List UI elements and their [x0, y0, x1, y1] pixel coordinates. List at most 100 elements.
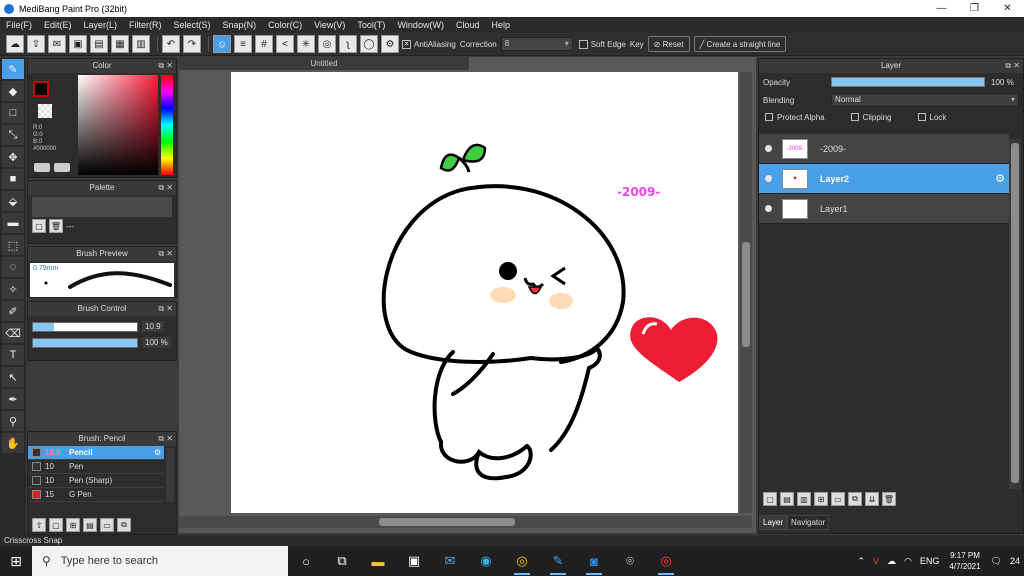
add-layer-menu-icon[interactable]: ⊞ [814, 492, 828, 506]
select-tool-icon[interactable]: ⬚ [2, 235, 24, 255]
snap-off-icon[interactable]: ⦸ [213, 35, 231, 53]
new-halftone-layer-icon[interactable]: ▤ [780, 492, 794, 506]
panel-close-icon[interactable]: ⧉ ✕ [158, 181, 173, 195]
scroll-thumb[interactable] [379, 518, 515, 526]
layer-row-layer1[interactable]: Layer1 [759, 194, 1009, 224]
panel-close-icon[interactable]: ⧉ ✕ [158, 432, 173, 446]
store-icon[interactable]: ▣ [396, 546, 432, 576]
layer-row-layer2[interactable]: ♥ Layer2 ⚙ [759, 164, 1009, 194]
fill-rect-tool-icon[interactable]: ■ [2, 169, 24, 189]
layer-row-2009[interactable]: -2009- -2009- [759, 134, 1009, 164]
select-eraser-tool-icon[interactable]: ⌫ [2, 323, 24, 343]
curve-snap-icon[interactable]: ʅ [339, 35, 357, 53]
folder-icon[interactable]: ▭ [100, 518, 114, 532]
reset-button[interactable]: ⊘ Reset [647, 36, 690, 52]
start-windows-icon[interactable]: ⊞ [0, 546, 32, 576]
protect-alpha-option[interactable]: Protect Alpha [765, 113, 825, 122]
brush-tool-icon[interactable]: ✎ [2, 59, 24, 79]
add-palette-icon[interactable]: ▢ [32, 219, 46, 233]
menu-file[interactable]: File(F) [0, 20, 38, 30]
color-mode-button[interactable] [54, 163, 70, 172]
minimize-button[interactable]: — [925, 0, 958, 17]
chrome-icon[interactable]: ◎ [504, 546, 540, 576]
add-brush-icon[interactable]: ⊞ [66, 518, 80, 532]
lang-indicator[interactable]: ENG [920, 556, 940, 566]
saturation-value-picker[interactable] [78, 75, 158, 175]
new-8bit-layer-icon[interactable]: ▥ [797, 492, 811, 506]
operation-tool-icon[interactable]: ↖ [2, 367, 24, 387]
tab-navigator[interactable]: Navigator [787, 515, 830, 530]
layer-folder-icon[interactable]: ▭ [831, 492, 845, 506]
brush-item-pencil[interactable]: 10.9 Pencil ⚙ [28, 446, 164, 460]
layer-opacity-slider[interactable] [831, 77, 985, 87]
text-tool-icon[interactable]: T [2, 345, 24, 365]
straight-line-button[interactable]: ╱ Create a straight line [693, 36, 787, 52]
brush-item-pen[interactable]: 10 Pen [28, 460, 164, 474]
new-layer-icon[interactable]: ▢ [763, 492, 777, 506]
blending-select[interactable]: Normal [831, 93, 1019, 107]
protect-alpha-checkbox[interactable] [765, 113, 773, 121]
comment-icon[interactable]: ✉ [48, 35, 66, 53]
panel-close-icon[interactable]: ⧉ ✕ [1005, 59, 1020, 73]
camera-icon[interactable]: ⌾ [612, 546, 648, 576]
scroll-thumb[interactable] [1011, 143, 1019, 483]
hue-slider[interactable] [161, 75, 173, 175]
menu-help[interactable]: Help [485, 20, 516, 30]
eyedropper-tool-icon[interactable]: ⚲ [2, 411, 24, 431]
edge-icon[interactable]: ◉ [468, 546, 504, 576]
medibang-icon[interactable]: ✎ [540, 546, 576, 576]
color-mode-button[interactable] [34, 163, 50, 172]
antialiasing-checkbox[interactable]: ✕ [402, 39, 411, 49]
gear-icon[interactable]: ⚙ [154, 448, 161, 457]
visibility-eye-icon[interactable] [765, 205, 772, 212]
clipping-option[interactable]: Clipping [850, 113, 892, 122]
undo-icon[interactable]: ↶ [162, 35, 180, 53]
bucket-tool-icon[interactable]: ⬙ [2, 191, 24, 211]
visibility-eye-icon[interactable] [765, 145, 772, 152]
share-icon[interactable]: ⇪ [27, 35, 45, 53]
scroll-thumb[interactable] [742, 242, 750, 347]
gradient-tool-icon[interactable]: ▬ [2, 213, 24, 233]
lock-option[interactable]: Lock [917, 113, 946, 122]
file-explorer-icon[interactable]: ▬ [360, 546, 396, 576]
vivaldi-tray-icon[interactable]: V [873, 556, 879, 566]
cortana-icon[interactable]: ○ [288, 546, 324, 576]
magic-wand-tool-icon[interactable]: ✧ [2, 279, 24, 299]
chrome-profile-icon[interactable]: ◎ [648, 546, 684, 576]
maximize-button[interactable]: ❐ [958, 0, 991, 17]
snap-settings-icon[interactable]: ⚙ [381, 35, 399, 53]
panel-close-icon[interactable]: ⧉ ✕ [158, 247, 173, 261]
menu-snap[interactable]: Snap(N) [217, 20, 263, 30]
panel-close-icon[interactable]: ⧉ ✕ [158, 59, 173, 73]
notifications-icon[interactable]: 🗨 [991, 556, 1002, 567]
cloud-brush-icon[interactable]: ⇧ [32, 518, 46, 532]
menu-layer[interactable]: Layer(L) [78, 20, 124, 30]
eraser-tool-icon[interactable]: ◆ [2, 81, 24, 101]
vanishing-snap-icon[interactable]: < [276, 35, 294, 53]
menu-view[interactable]: View(V) [308, 20, 351, 30]
mail-icon[interactable]: ✉ [432, 546, 468, 576]
canvas-vertical-scrollbar[interactable] [740, 72, 752, 513]
brush-size-slider[interactable] [32, 321, 138, 332]
duplicate-layer-icon[interactable]: ⧉ [848, 492, 862, 506]
parallel-snap-icon[interactable]: ≡ [234, 35, 252, 53]
new-brush-icon[interactable]: ▢ [49, 518, 63, 532]
hand-tool-icon[interactable]: ✋ [2, 433, 24, 453]
delete-brush-icon[interactable]: ▤ [83, 518, 97, 532]
correction-select[interactable]: 8 [500, 37, 573, 51]
menu-edit[interactable]: Edit(E) [38, 20, 78, 30]
ellipse-snap-icon[interactable]: ◯ [360, 35, 378, 53]
redo-icon[interactable]: ↷ [183, 35, 201, 53]
canvas-horizontal-scrollbar[interactable] [179, 516, 752, 528]
palette-swatches[interactable] [32, 197, 172, 217]
brush-list-scrollbar[interactable] [166, 448, 174, 502]
document-tab[interactable]: Untitled [179, 57, 469, 70]
layer-list-scrollbar[interactable] [1009, 139, 1021, 489]
menu-cloud[interactable]: Cloud [450, 20, 486, 30]
delete-layer-icon[interactable]: 🗑 [882, 492, 896, 506]
lasso-tool-icon[interactable]: ◌ [2, 257, 24, 277]
lock-checkbox[interactable] [917, 113, 926, 121]
menu-tool[interactable]: Tool(T) [351, 20, 391, 30]
tab-layer[interactable]: Layer [759, 515, 788, 530]
delete-palette-icon[interactable]: 🗑 [49, 219, 63, 233]
